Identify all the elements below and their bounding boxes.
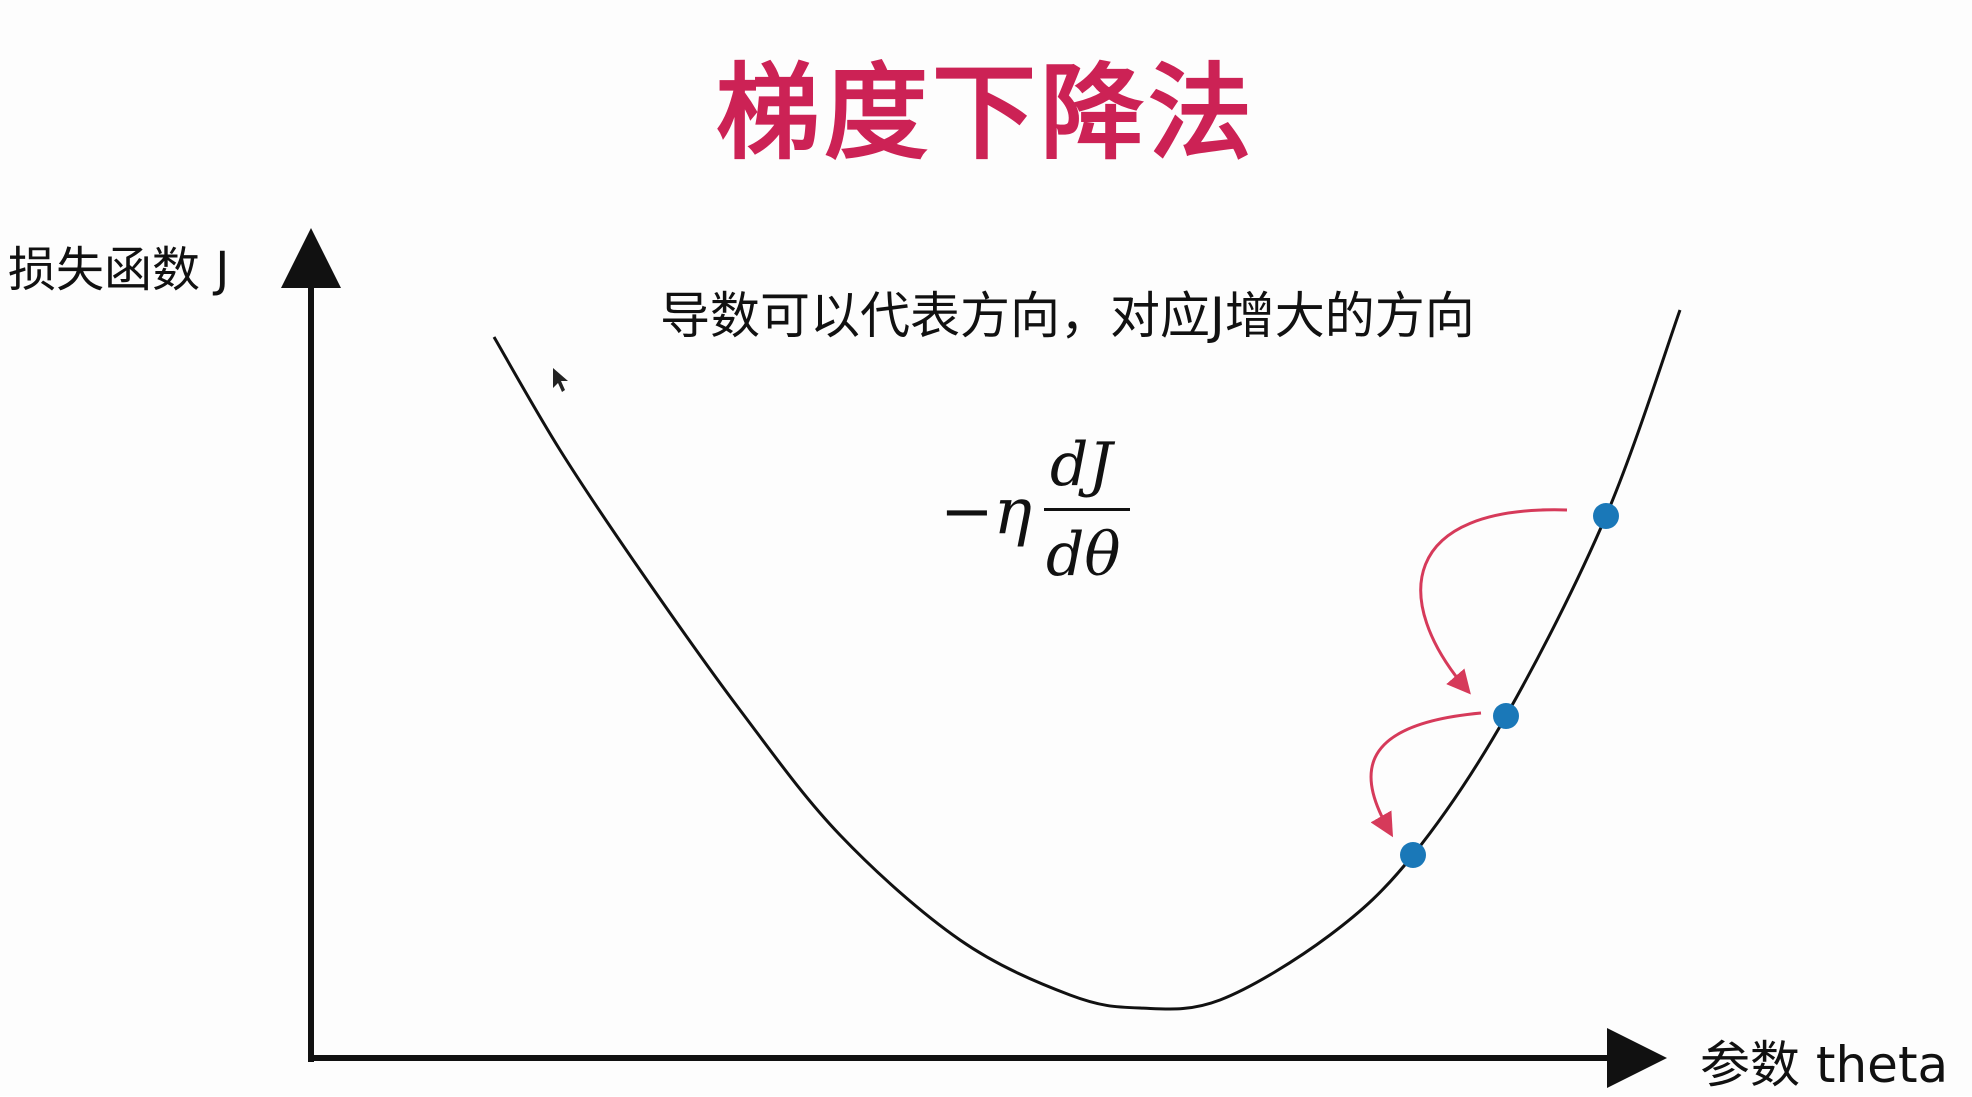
step-arrow-2 — [1369, 711, 1482, 838]
step-arrow-1 — [1419, 508, 1568, 695]
iterate-point-2 — [1493, 703, 1519, 729]
mouse-cursor-icon — [553, 368, 568, 392]
gradient-descent-diagram — [281, 228, 1682, 1088]
loss-curve — [492, 309, 1682, 1011]
iterate-point-3 — [1400, 842, 1426, 868]
slide: 梯度下降法 损失函数 J 参数 theta 导数可以代表方向，对应J增大的方向 … — [0, 0, 1972, 1096]
iterate-point-1 — [1593, 503, 1619, 529]
